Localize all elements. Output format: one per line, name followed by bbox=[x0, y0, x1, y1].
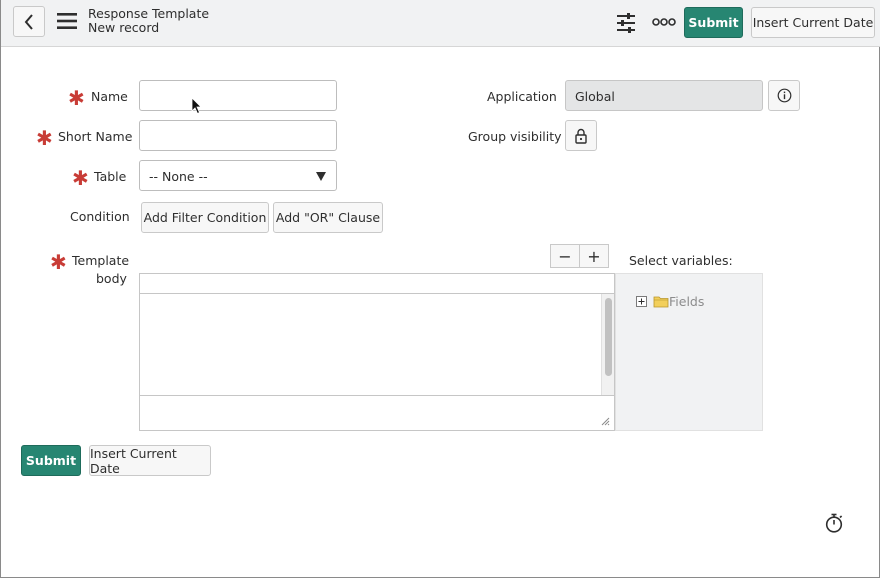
template-body-editor[interactable] bbox=[139, 273, 615, 431]
editor-scrollbar[interactable] bbox=[601, 294, 614, 395]
app-frame: Response Template New record Submit Inse… bbox=[0, 0, 880, 578]
name-input[interactable] bbox=[139, 80, 337, 111]
required-marker: ✱ bbox=[36, 126, 53, 150]
folder-icon bbox=[653, 296, 669, 308]
info-icon bbox=[777, 88, 791, 103]
increase-size-button[interactable]: + bbox=[579, 244, 609, 268]
lock-icon bbox=[575, 128, 587, 144]
application-info-button[interactable] bbox=[768, 80, 800, 111]
stopwatch-icon[interactable] bbox=[823, 512, 845, 534]
template-body-label-line1: Template bbox=[72, 253, 130, 268]
required-marker: ✱ bbox=[72, 166, 89, 190]
record-title: Response Template New record bbox=[88, 7, 209, 35]
form-title: Response Template bbox=[88, 6, 210, 21]
header-insert-current-date-button[interactable]: Insert Current Date bbox=[751, 7, 875, 38]
condition-label: Condition bbox=[70, 209, 130, 224]
form-subtitle: New record bbox=[88, 20, 160, 35]
application-field: Global bbox=[565, 80, 763, 111]
name-label: Name bbox=[91, 89, 128, 104]
short-name-input[interactable] bbox=[139, 120, 337, 151]
tree-item-fields[interactable]: Fields bbox=[669, 294, 704, 309]
footer-insert-current-date-button[interactable]: Insert Current Date bbox=[89, 445, 211, 476]
table-select[interactable]: -- None -- bbox=[139, 160, 337, 191]
required-marker: ✱ bbox=[50, 250, 67, 274]
select-variables-label: Select variables: bbox=[629, 253, 733, 268]
variables-tree-panel: Fields bbox=[615, 273, 763, 431]
add-filter-condition-button[interactable]: Add Filter Condition bbox=[141, 202, 269, 233]
editor-statusbar bbox=[140, 395, 614, 430]
mouse-pointer-icon bbox=[191, 97, 202, 115]
dropdown-caret-icon bbox=[316, 172, 326, 181]
decrease-size-button[interactable]: − bbox=[550, 244, 580, 268]
header-submit-button[interactable]: Submit bbox=[684, 7, 743, 38]
template-body-textarea[interactable] bbox=[140, 294, 601, 395]
back-arrow-icon bbox=[24, 13, 33, 30]
group-visibility-label: Group visibility bbox=[468, 129, 562, 144]
editor-toolbar bbox=[140, 274, 614, 294]
group-visibility-lock-button[interactable] bbox=[565, 120, 597, 151]
footer-submit-button[interactable]: Submit bbox=[21, 445, 81, 476]
plus-icon bbox=[638, 298, 645, 305]
table-selected-value: -- None -- bbox=[149, 169, 208, 184]
sliders-icon[interactable] bbox=[615, 12, 637, 34]
application-value: Global bbox=[575, 89, 615, 104]
form-header: Response Template New record Submit Inse… bbox=[1, 0, 880, 47]
tree-expand-toggle[interactable] bbox=[636, 296, 647, 307]
more-options-icon[interactable] bbox=[652, 16, 676, 28]
resize-grip-icon[interactable] bbox=[601, 417, 610, 426]
table-label: Table bbox=[94, 169, 127, 184]
application-label: Application bbox=[487, 89, 557, 104]
template-body-label-line2: body bbox=[96, 271, 127, 286]
editor-scrollbar-thumb[interactable] bbox=[605, 298, 612, 376]
hamburger-menu-icon[interactable] bbox=[57, 12, 77, 30]
required-marker: ✱ bbox=[68, 86, 85, 110]
add-or-clause-button[interactable]: Add "OR" Clause bbox=[273, 202, 383, 233]
back-button[interactable] bbox=[13, 6, 45, 37]
short-name-label: Short Name bbox=[58, 129, 133, 144]
